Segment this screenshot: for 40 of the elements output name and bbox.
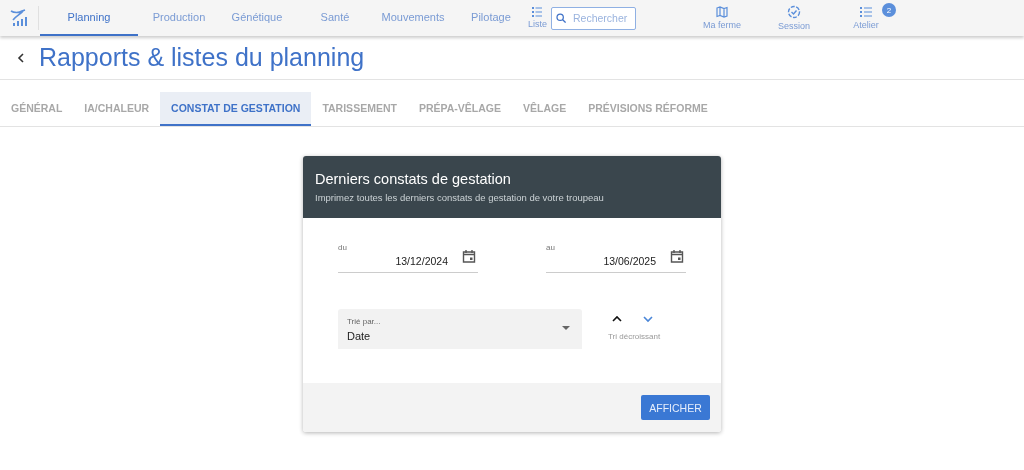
- nav-tab[interactable]: Pilotage: [454, 0, 528, 36]
- nav-action[interactable]: Session: [778, 5, 810, 31]
- search-field[interactable]: Rechercher: [571, 11, 631, 25]
- tab[interactable]: TARISSEMENT: [311, 92, 408, 126]
- nav-action[interactable]: Ma ferme: [703, 6, 741, 30]
- tab[interactable]: CONSTAT DE GESTATION: [160, 92, 312, 126]
- back-button[interactable]: [15, 50, 27, 65]
- search-icon: [556, 12, 566, 24]
- date-field[interactable]: au 13/06/2025: [546, 240, 686, 273]
- list-icon: [532, 7, 543, 17]
- card-title: Derniers constats de gestation: [315, 171, 512, 187]
- nav-tab[interactable]: Production: [142, 0, 216, 36]
- logo-icon[interactable]: [9, 8, 29, 28]
- nav-tab[interactable]: Mouvements: [376, 0, 450, 36]
- sort-ascending-button[interactable]: [612, 315, 622, 323]
- sort-descending-button[interactable]: [643, 315, 653, 323]
- nav-action[interactable]: Atelier: [853, 6, 879, 30]
- calendar-icon[interactable]: [462, 249, 476, 263]
- nav-tab[interactable]: Planning: [40, 0, 138, 36]
- show-button[interactable]: AFFICHER: [641, 395, 710, 420]
- tab[interactable]: GÉNÉRAL: [0, 92, 74, 126]
- check-circle-icon: [787, 5, 801, 19]
- card-subtitle: Imprimez toutes les derniers constats de gestation de votre troupeau: [315, 192, 605, 203]
- dropdown-caret-icon: [562, 326, 570, 330]
- page-title: Rapports & listes du planning: [39, 43, 365, 72]
- tab[interactable]: IA/CHALEUR: [73, 92, 161, 126]
- calendar-icon[interactable]: [670, 249, 684, 263]
- list-view-button[interactable]: Liste: [528, 7, 547, 29]
- sort-select[interactable]: Trié par... Date: [338, 309, 582, 349]
- list-icon: [859, 6, 873, 18]
- tab[interactable]: PRÉPA-VÊLAGE: [407, 92, 512, 126]
- map-icon: [716, 6, 728, 18]
- chevron-left-icon: [17, 52, 25, 63]
- nav-tab[interactable]: Santé: [298, 0, 372, 36]
- date-field[interactable]: du 13/12/2024: [338, 240, 478, 273]
- nav-tab[interactable]: Génétique: [220, 0, 294, 36]
- count-badge: 2: [882, 3, 896, 17]
- tab[interactable]: VÊLAGE: [511, 92, 578, 126]
- tab[interactable]: PRÉVISIONS RÉFORME: [577, 92, 719, 126]
- sort-caption: Tri décroissant: [608, 332, 661, 341]
